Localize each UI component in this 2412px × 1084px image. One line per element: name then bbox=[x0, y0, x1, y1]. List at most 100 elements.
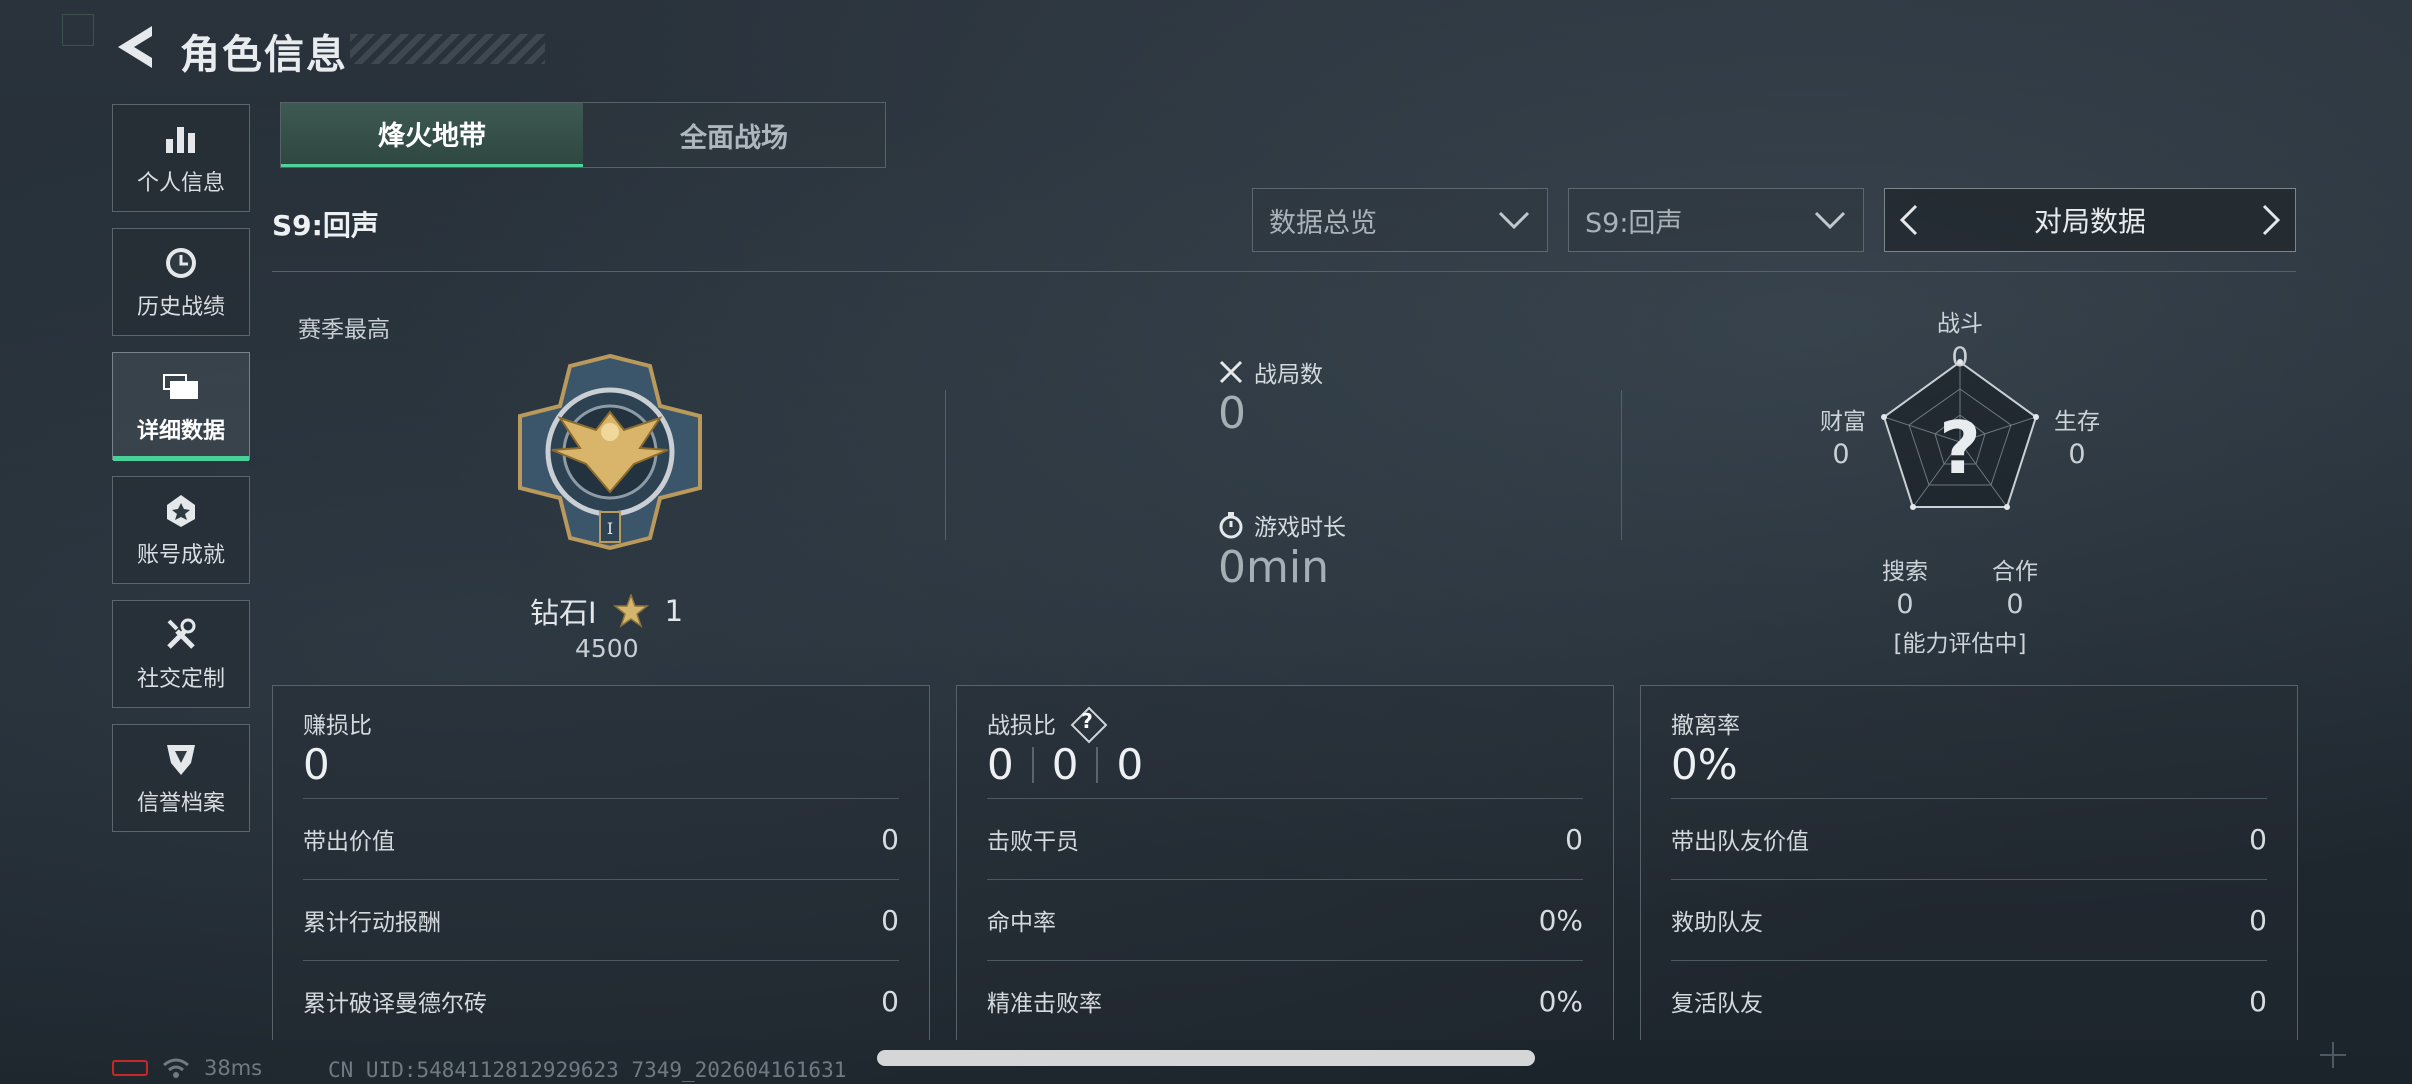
profit-ratio-card: 赚损比 0 带出价值 0 累计行动报酬 0 累计破译曼德尔砖 0 bbox=[272, 685, 930, 1040]
card-title: 赚损比 bbox=[303, 706, 372, 740]
back-arrow-icon bbox=[118, 26, 152, 68]
sidebar-item-history[interactable]: 历史战绩 bbox=[112, 228, 250, 336]
card-title: 战损比 ? bbox=[987, 706, 1104, 740]
row-value: 0 bbox=[881, 984, 899, 1018]
chevron-down-icon bbox=[1814, 211, 1846, 230]
row-label: 带出队友价值 bbox=[1671, 829, 1809, 855]
radar-label-search: 搜索 bbox=[1882, 559, 1928, 585]
history-clock-icon bbox=[161, 243, 201, 283]
chevron-left-icon bbox=[1899, 204, 1918, 236]
svg-text:I: I bbox=[607, 519, 613, 538]
rank-medal-icon: I bbox=[500, 352, 720, 552]
title-decoration bbox=[350, 34, 545, 64]
ability-radar: ? 战斗 0 生存 0 合作 0 搜索 0 财富 0 [能力评估中] bbox=[1780, 304, 2140, 664]
season-best-label: 赛季最高 bbox=[298, 317, 390, 343]
next-page-button[interactable] bbox=[2247, 190, 2295, 250]
row-label: 累计行动报酬 bbox=[303, 910, 441, 936]
table-row: 带出队友价值 0 bbox=[1671, 798, 2267, 879]
sidebar-item-reputation[interactable]: 信誉档案 bbox=[112, 724, 250, 832]
tab-warzone[interactable]: 烽火地带 bbox=[281, 103, 583, 167]
mode-tabs: 烽火地带 全面战场 bbox=[280, 102, 886, 168]
kd-part-2: 0 bbox=[1051, 740, 1079, 789]
sidebar-item-personal-info[interactable]: 个人信息 bbox=[112, 104, 250, 212]
sidebar-item-label: 个人信息 bbox=[136, 171, 225, 196]
play-time-label: 游戏时长 bbox=[1218, 508, 1346, 542]
battery-icon bbox=[112, 1060, 148, 1076]
shield-emblem-icon bbox=[161, 739, 201, 779]
crosshair-icon bbox=[2318, 1040, 2348, 1070]
uid-text: CN UID:5484112812929623 7349_20260416163… bbox=[328, 1058, 847, 1082]
sidebar-item-label: 信誉档案 bbox=[136, 791, 225, 816]
help-icon[interactable]: ? bbox=[1070, 706, 1104, 740]
divider bbox=[1096, 746, 1099, 783]
divider bbox=[945, 390, 946, 540]
sidebar-item-detailed-data[interactable]: 详细数据 bbox=[112, 352, 250, 461]
home-indicator[interactable] bbox=[877, 1050, 1535, 1066]
radar-label-combat: 战斗 bbox=[1937, 311, 1983, 337]
row-label: 带出价值 bbox=[303, 829, 395, 855]
table-row: 击败干员 0 bbox=[987, 798, 1583, 879]
row-label: 累计破译曼德尔砖 bbox=[303, 991, 487, 1017]
radar-status: [能力评估中] bbox=[1893, 631, 2027, 657]
season-dropdown[interactable]: S9:回声 bbox=[1568, 188, 1864, 252]
radar-value-cooperation: 0 bbox=[2006, 589, 2024, 620]
season-label: S9:回声 bbox=[272, 209, 379, 242]
rank-score: 4500 bbox=[575, 634, 639, 663]
divider bbox=[1621, 390, 1622, 540]
sidebar-item-label: 历史战绩 bbox=[136, 295, 225, 320]
tools-icon bbox=[161, 615, 201, 655]
card-title-text: 战损比 bbox=[987, 713, 1056, 739]
page-title: 角色信息 bbox=[180, 32, 348, 78]
row-value: 0 bbox=[881, 903, 899, 937]
back-button[interactable] bbox=[112, 22, 158, 72]
radar-label-survival: 生存 bbox=[2054, 409, 2100, 435]
card-big-value: 0 0 0 bbox=[987, 740, 1143, 789]
table-row: 带出价值 0 bbox=[303, 798, 899, 879]
chevron-right-icon bbox=[2262, 204, 2281, 236]
row-label: 复活队友 bbox=[1671, 991, 1763, 1017]
sidebar-item-label: 社交定制 bbox=[136, 667, 225, 692]
prev-page-button[interactable] bbox=[1885, 190, 1933, 250]
play-time-label-text: 游戏时长 bbox=[1254, 515, 1346, 541]
overview-dropdown[interactable]: 数据总览 bbox=[1252, 188, 1548, 252]
card-rows: 击败干员 0 命中率 0% 精准击败率 0% bbox=[987, 798, 1583, 1041]
sidebar-item-achievements[interactable]: 账号成就 bbox=[112, 476, 250, 584]
season-dropdown-value: S9:回声 bbox=[1585, 207, 1683, 239]
sidebar-item-label: 账号成就 bbox=[136, 543, 225, 568]
row-label: 救助队友 bbox=[1671, 910, 1763, 936]
row-value: 0 bbox=[1565, 822, 1583, 856]
crossed-swords-icon bbox=[1219, 360, 1243, 384]
sidebar: 个人信息 历史战绩 详细数据 账号成就 社交定制 信誉档案 bbox=[112, 104, 250, 848]
table-row: 累计行动报酬 0 bbox=[303, 879, 899, 960]
card-rows: 带出队友价值 0 救助队友 0 复活队友 0 bbox=[1671, 798, 2267, 1041]
status-bar: 38ms bbox=[112, 1056, 262, 1080]
sidebar-item-social[interactable]: 社交定制 bbox=[112, 600, 250, 708]
corner-marker bbox=[62, 14, 94, 46]
radar-label-cooperation: 合作 bbox=[1992, 559, 2038, 585]
wifi-icon bbox=[163, 1058, 189, 1078]
stopwatch-icon bbox=[1219, 512, 1243, 539]
table-row: 救助队友 0 bbox=[1671, 879, 2267, 960]
card-title: 撤离率 bbox=[1671, 706, 1740, 740]
row-value: 0% bbox=[1538, 903, 1583, 937]
games-count-label-text: 战局数 bbox=[1254, 362, 1323, 388]
bar-chart-icon bbox=[161, 119, 201, 159]
radar-value-combat: 0 bbox=[1951, 342, 1969, 373]
pager-title: 对局数据 bbox=[2033, 205, 2146, 238]
kd-part-1: 0 bbox=[987, 740, 1014, 789]
folder-icon bbox=[161, 367, 201, 407]
radar-value-survival: 0 bbox=[2068, 439, 2086, 470]
sidebar-item-label: 详细数据 bbox=[136, 419, 225, 444]
radar-label-wealth: 财富 bbox=[1820, 409, 1866, 435]
table-row: 复活队友 0 bbox=[1671, 960, 2267, 1041]
games-count-value: 0 bbox=[1218, 388, 1246, 439]
card-title-text: 赚损比 bbox=[303, 713, 372, 739]
overview-dropdown-value: 数据总览 bbox=[1269, 207, 1377, 239]
card-rows: 带出价值 0 累计行动报酬 0 累计破译曼德尔砖 0 bbox=[303, 798, 899, 1041]
rank-stars: 1 bbox=[664, 594, 684, 628]
card-big-value: 0% bbox=[1671, 740, 1738, 789]
tab-full-battlefield[interactable]: 全面战场 bbox=[583, 103, 885, 167]
row-value: 0 bbox=[881, 822, 899, 856]
card-big-value: 0 bbox=[303, 740, 330, 789]
card-title-text: 撤离率 bbox=[1671, 713, 1740, 739]
